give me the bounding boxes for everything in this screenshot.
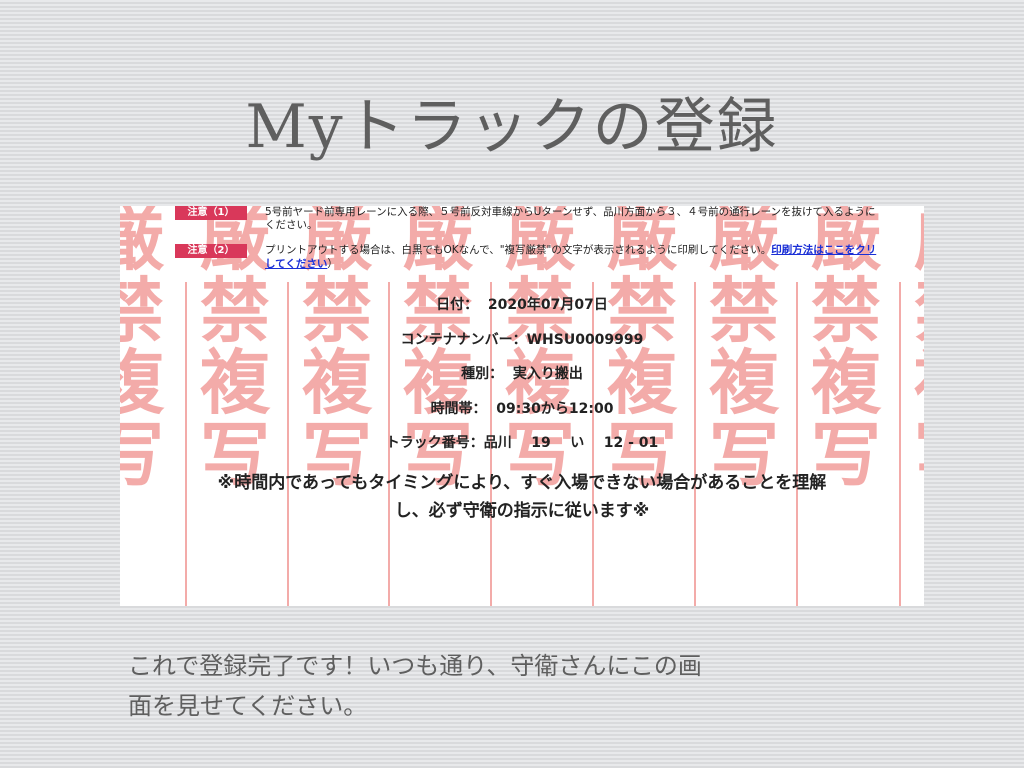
- notice-2-text: プリントアウトする場合は、白黒でもOKなんで、"複写厳禁"の文字が表示されるよう…: [265, 244, 772, 256]
- registration-screenshot: 写厳禁複写写厳禁複写写厳禁複写写厳禁複写写厳禁複写写厳禁複写写厳禁複写写厳禁複写…: [120, 206, 924, 606]
- print-method-link-cont[interactable]: してください: [265, 258, 327, 270]
- timeslot-field: 時間帯： 09:30から12:00: [430, 401, 614, 417]
- slide-title: Myトラックの登録: [245, 92, 779, 162]
- container-number-field: コンテナナンバー：WHSU0009999: [400, 332, 644, 348]
- date-field: 日付： 2020年07月07日: [436, 297, 608, 313]
- truck-number-field: トラック番号：品川 19 い 12 - 01: [385, 435, 659, 451]
- notice-2-badge: 注意（2）: [175, 244, 247, 258]
- print-method-link[interactable]: 印刷方法はここをクリ: [771, 244, 876, 256]
- slide-caption: これで登録完了です！いつも通り、守衛さんにこの画 面を見せてください。: [128, 646, 908, 726]
- notice-2: 注意（2） プリントアウトする場合は、白黒でもOKなんで、"複写厳禁"の文字が表…: [175, 244, 924, 274]
- notice-1-text-line1: 5号前ヤード前専用レーンに入る際、５号前反対車線からUターンせず、品川方面から３…: [265, 206, 876, 218]
- caption-line-2: 面を見せてください。: [128, 692, 368, 720]
- warning-line-2: し、必ず守衛の指示に従います※: [394, 501, 650, 521]
- warning-line-1: ※時間内であってもタイミングにより、すぐ入場できない場合があることを理解: [217, 473, 827, 493]
- notice-2-text-line2: してください）: [265, 258, 924, 271]
- notice-1-text-line2: ください。: [265, 219, 318, 231]
- notice-1-badge: 注意（1）: [175, 206, 247, 220]
- notice-2-suffix: ）: [327, 258, 338, 270]
- notice-2-text-line1: プリントアウトする場合は、白黒でもOKなんで、"複写厳禁"の文字が表示されるよう…: [265, 244, 924, 257]
- type-field: 種別： 実入り搬出: [461, 366, 583, 382]
- caption-line-1: これで登録完了です！いつも通り、守衛さんにこの画: [128, 652, 702, 680]
- notice-1: 注意（1） 5号前ヤード前専用レーンに入る際、５号前反対車線からUターンせず、品…: [175, 206, 924, 236]
